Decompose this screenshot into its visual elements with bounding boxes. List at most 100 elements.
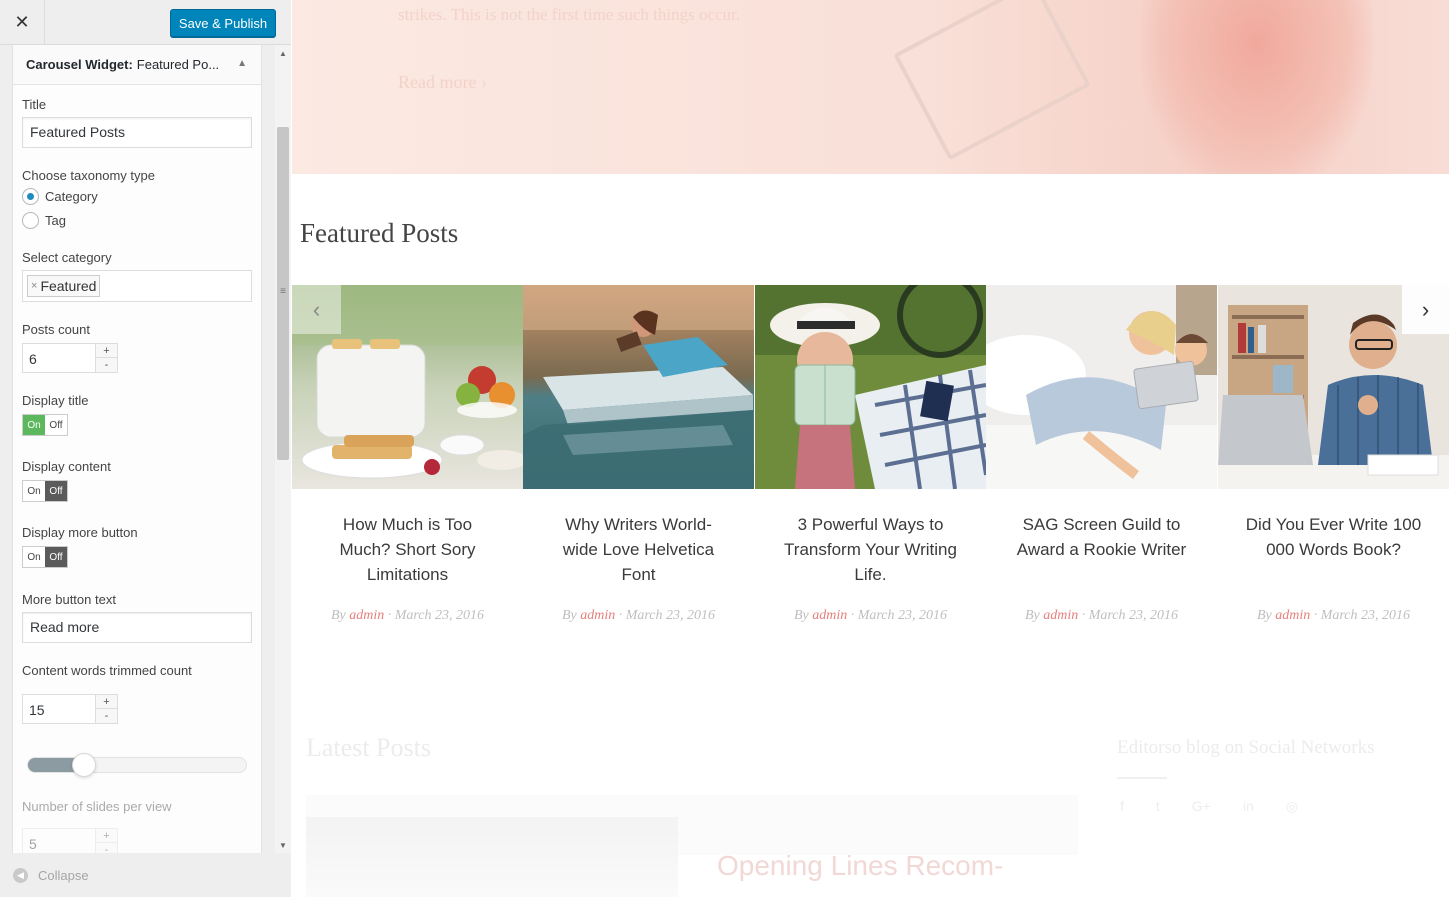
carousel-slide[interactable]: How Much is Too Much? Short Sory Limitat… [292, 285, 523, 645]
trim-count-stepper[interactable]: 15 + - [22, 694, 118, 724]
toggle-on: On [27, 485, 41, 497]
slides-per-view-value[interactable]: 5 [29, 836, 37, 852]
carousel-prev-button[interactable]: ‹ [292, 285, 341, 334]
carousel-slide[interactable]: 3 Powerful Ways to Transform Your Writin… [755, 285, 986, 645]
collapse-label[interactable]: Collapse [38, 868, 89, 883]
social-networks-title: Editorso blog on Social Networks [1117, 737, 1375, 758]
collapse-arrow-icon[interactable]: ▲ [237, 58, 247, 69]
meta-separator: · [1081, 608, 1089, 623]
hero-read-more-link[interactable]: Read more › [398, 72, 487, 93]
post-by: By [330, 608, 346, 623]
category-select[interactable]: × Featured [22, 270, 252, 302]
google-plus-icon[interactable]: G+ [1192, 798, 1211, 815]
widget-panel: Carousel Widget: Featured Po... ▲ Title … [0, 45, 291, 853]
post-author-link[interactable]: admin [812, 608, 847, 623]
carousel-slide[interactable]: SAG Screen Guild to Award a Rookie Write… [986, 285, 1217, 645]
post-thumbnail[interactable] [986, 285, 1217, 489]
featured-posts-title: Featured Posts [300, 218, 459, 248]
customizer-footer[interactable]: ◀ Collapse [0, 853, 291, 897]
twitter-icon[interactable]: t [1156, 798, 1160, 815]
carousel-next-button[interactable]: › [1402, 285, 1449, 334]
slides-per-view-stepper[interactable]: 5 + - [22, 828, 118, 853]
post-by: By [1024, 608, 1040, 623]
increment-button[interactable]: + [95, 829, 117, 843]
post-date: March 23, 2016 [1088, 608, 1179, 623]
radio-label: Category [45, 189, 98, 204]
scroll-down-icon[interactable]: ▼ [275, 837, 291, 853]
slider-handle[interactable] [72, 753, 96, 777]
decrement-button[interactable]: - [95, 358, 117, 372]
toggle-off: Off [45, 481, 67, 501]
latest-post-thumbnail[interactable] [306, 817, 678, 897]
carousel-slide[interactable]: Did You Ever Write 100 000 Words Book? B… [1218, 285, 1449, 645]
meta-separator: · [387, 608, 395, 623]
carousel-slide[interactable]: Why Writers World-wide Love Helvetica Fo… [523, 285, 754, 645]
meta-separator: · [618, 608, 626, 623]
radio-button-checked[interactable] [22, 188, 39, 205]
meta-separator: · [1313, 608, 1321, 623]
remove-tag-icon[interactable]: × [31, 280, 37, 292]
post-by: By [793, 608, 809, 623]
posts-count-value[interactable]: 6 [29, 351, 37, 367]
display-title-label: Display title [22, 393, 89, 408]
post-title[interactable]: 3 Powerful Ways to Transform Your Writin… [780, 512, 961, 587]
hero-person-image [1142, 0, 1372, 174]
post-author-link[interactable]: admin [1275, 608, 1310, 623]
featured-carousel: How Much is Too Much? Short Sory Limitat… [292, 285, 1449, 645]
site-preview: strikes. This is not the first time such… [292, 0, 1449, 897]
panel-scrollbar[interactable]: ▲ ≡ ▼ [275, 45, 291, 853]
taxonomy-label: Choose taxonomy type [22, 168, 155, 183]
radio-button[interactable] [22, 212, 39, 229]
radio-category[interactable]: Category [22, 188, 98, 205]
social-icons: f t G+ in ◎ [1120, 798, 1298, 815]
close-button[interactable]: ✕ [0, 0, 45, 45]
post-meta: By admin · March 23, 2016 [1011, 608, 1192, 624]
increment-button[interactable]: + [95, 695, 117, 709]
display-content-toggle[interactable]: On Off [22, 480, 68, 502]
scroll-up-icon[interactable]: ▲ [275, 45, 291, 61]
decrement-button[interactable]: - [95, 709, 117, 723]
divider [1117, 777, 1167, 779]
post-date: March 23, 2016 [394, 608, 485, 623]
post-meta: By admin · March 23, 2016 [548, 608, 729, 624]
trim-count-label: Content words trimmed count [22, 663, 192, 678]
post-title[interactable]: SAG Screen Guild to Award a Rookie Write… [1011, 512, 1192, 562]
posts-count-stepper[interactable]: 6 + - [22, 343, 118, 373]
post-thumbnail[interactable] [755, 285, 986, 489]
trim-slider[interactable] [27, 753, 247, 777]
instagram-icon[interactable]: ◎ [1286, 798, 1298, 815]
toggle-off: Off [49, 419, 63, 431]
title-label: Title [22, 97, 47, 112]
carousel-widget: Carousel Widget: Featured Po... ▲ Title … [12, 45, 262, 853]
post-author-link[interactable]: admin [1043, 608, 1078, 623]
display-content-label: Display content [22, 459, 111, 474]
save-publish-button[interactable]: Save & Publish [170, 9, 276, 37]
collapse-icon[interactable]: ◀ [13, 867, 28, 883]
radio-tag[interactable]: Tag [22, 212, 66, 229]
close-icon: ✕ [14, 12, 30, 32]
post-author-link[interactable]: admin [349, 608, 384, 623]
display-more-toggle[interactable]: On Off [22, 546, 68, 568]
widget-header[interactable]: Carousel Widget: Featured Po... ▲ [13, 45, 261, 85]
post-title[interactable]: Did You Ever Write 100 000 Words Book? [1243, 512, 1424, 562]
linkedin-icon[interactable]: in [1243, 798, 1254, 815]
decrement-button[interactable]: - [95, 843, 117, 853]
category-tag-label: Featured [40, 278, 97, 294]
slides-per-view-label: Number of slides per view [22, 799, 172, 814]
post-title[interactable]: How Much is Too Much? Short Sory Limitat… [317, 512, 498, 587]
hero-banner: strikes. This is not the first time such… [292, 0, 1449, 174]
post-date: March 23, 2016 [625, 608, 716, 623]
display-title-toggle[interactable]: On Off [22, 414, 68, 436]
trim-count-value[interactable]: 15 [29, 702, 45, 718]
title-input[interactable]: Featured Posts [22, 117, 252, 148]
more-text-input[interactable]: Read more [22, 612, 252, 643]
facebook-icon[interactable]: f [1120, 798, 1124, 815]
post-date: March 23, 2016 [857, 608, 948, 623]
post-author-link[interactable]: admin [580, 608, 615, 623]
latest-post-title[interactable]: Opening Lines Recom- [717, 850, 1003, 882]
increment-button[interactable]: + [95, 344, 117, 358]
hero-excerpt: strikes. This is not the first time such… [398, 5, 741, 24]
post-title[interactable]: Why Writers World-wide Love Helvetica Fo… [548, 512, 729, 587]
widget-title-label: Featured Po... [136, 57, 220, 72]
post-thumbnail[interactable] [523, 285, 754, 489]
